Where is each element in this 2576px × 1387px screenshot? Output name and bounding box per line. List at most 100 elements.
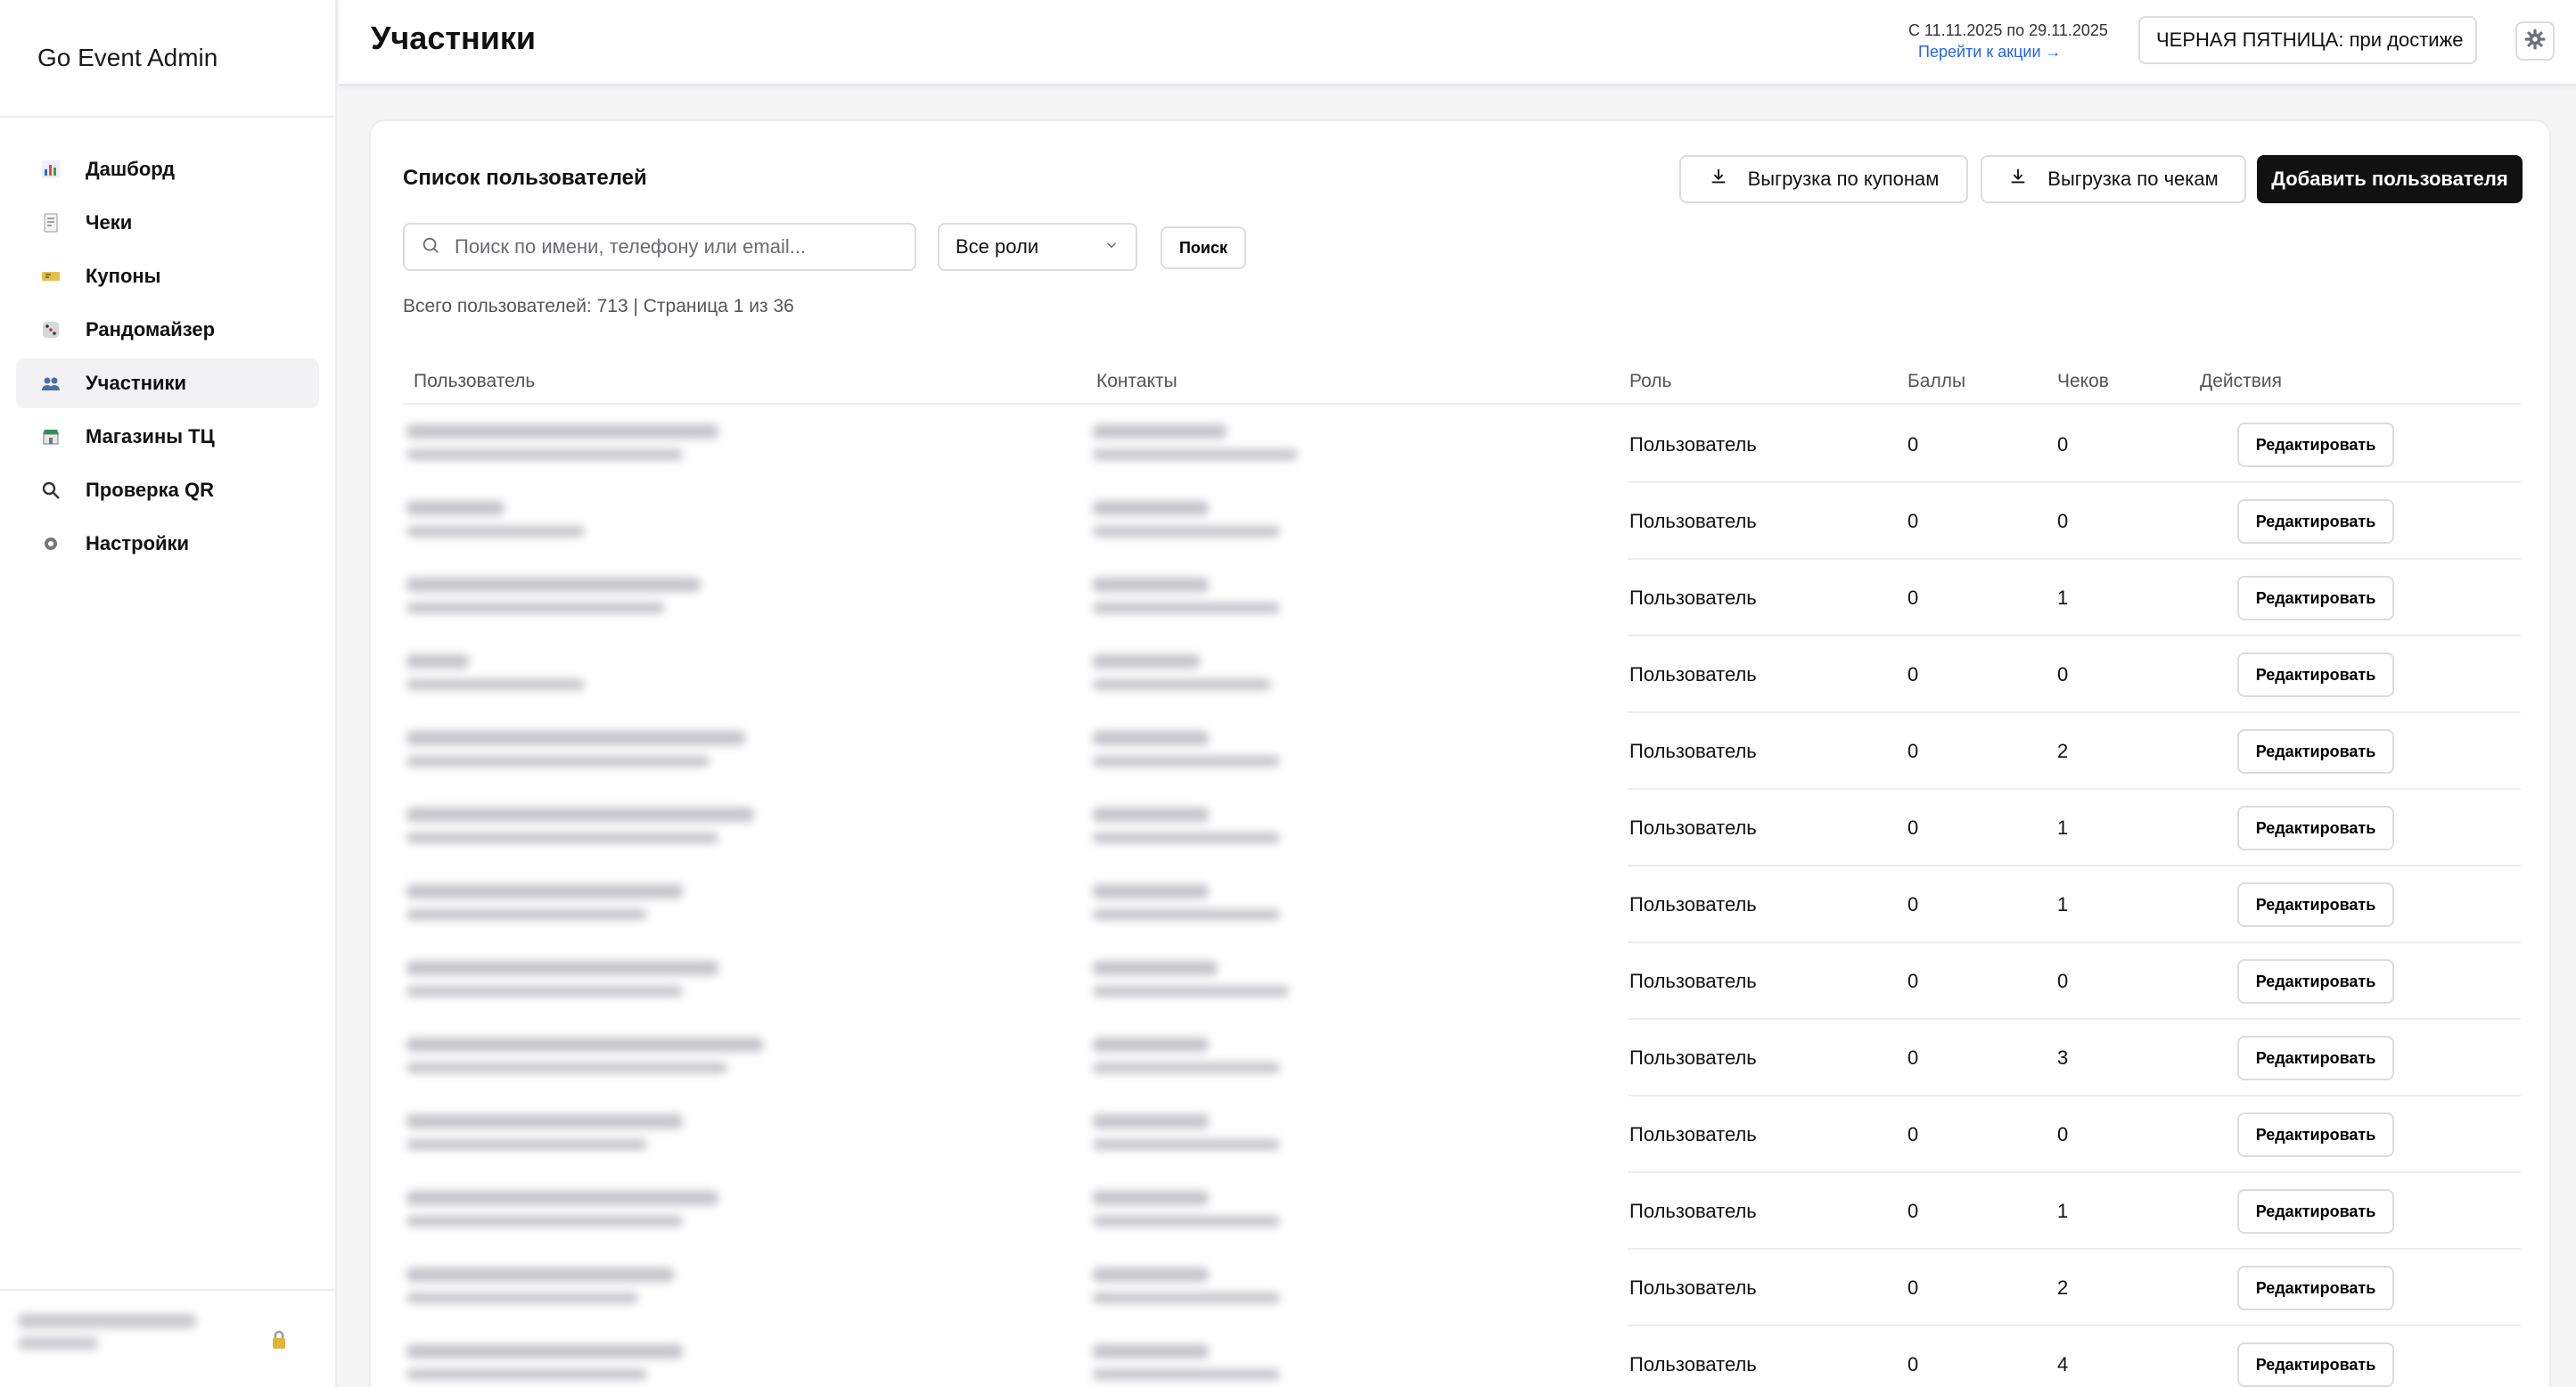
contacts-cell-blurred — [1093, 1032, 1378, 1086]
contacts-cell-blurred — [1093, 879, 1378, 932]
points-cell: 0 — [1907, 817, 1919, 839]
edit-user-button[interactable]: Редактировать — [2237, 959, 2394, 1004]
user-cell-blurred — [406, 572, 781, 626]
sidebar-item-3[interactable]: Рандомайзер — [16, 305, 319, 355]
points-cell: 0 — [1907, 1276, 1919, 1299]
edit-user-button[interactable]: Редактировать — [2237, 652, 2394, 697]
sidebar-item-6[interactable]: Проверка QR — [16, 465, 319, 515]
gear-icon — [2523, 28, 2547, 55]
role-cell: Пользователь — [1629, 1353, 1757, 1375]
theme-settings-button[interactable] — [2515, 21, 2555, 61]
sidebar-item-label: Чеки — [86, 211, 133, 234]
edit-user-button[interactable]: Редактировать — [2237, 576, 2394, 620]
sidebar-footer — [0, 1289, 337, 1387]
table-row: Пользователь 0 1 Редактировать — [403, 790, 2521, 866]
role-cell: Пользователь — [1629, 1276, 1757, 1299]
export-receipts-button[interactable]: Выгрузка по чекам — [1981, 155, 2246, 203]
user-cell-blurred — [406, 802, 781, 856]
receipts-cell: 1 — [2057, 1200, 2069, 1222]
sidebar-item-0[interactable]: Дашборд — [16, 144, 319, 194]
contacts-cell-blurred — [1093, 726, 1378, 779]
go-to-promo-link[interactable]: Перейти к акции → — [1918, 43, 2062, 62]
ticket-icon — [37, 263, 64, 290]
sidebar-item-4[interactable]: Участники — [16, 358, 319, 408]
search-icon — [421, 235, 440, 259]
user-cell-blurred — [406, 1262, 781, 1316]
current-user-blurred — [18, 1314, 250, 1366]
points-cell: 0 — [1907, 433, 1919, 455]
table-row: Пользователь 0 2 Редактировать — [403, 1250, 2521, 1326]
user-cell-blurred — [406, 1339, 781, 1387]
role-cell: Пользователь — [1629, 1200, 1757, 1222]
col-user: Пользователь — [414, 371, 536, 391]
points-cell: 0 — [1907, 893, 1919, 915]
contacts-cell-blurred — [1093, 1109, 1378, 1162]
search-button[interactable]: Поиск — [1161, 226, 1246, 269]
table-row: Пользователь 0 1 Редактировать — [403, 1173, 2521, 1250]
top-header: Участники С 11.11.2025 по 29.11.2025 Пер… — [339, 0, 2576, 86]
role-cell: Пользователь — [1629, 663, 1757, 685]
sidebar-item-1[interactable]: Чеки — [16, 198, 319, 248]
role-cell: Пользователь — [1629, 1046, 1757, 1069]
sidebar-item-label: Дашборд — [86, 158, 176, 180]
sidebar-item-7[interactable]: Настройки — [16, 519, 319, 569]
user-cell-blurred — [406, 879, 781, 932]
export-receipts-label: Выгрузка по чекам — [2047, 168, 2219, 190]
contacts-cell-blurred — [1093, 649, 1378, 702]
edit-user-button[interactable]: Редактировать — [2237, 1036, 2394, 1080]
edit-user-button[interactable]: Редактировать — [2237, 1266, 2394, 1310]
search-input[interactable] — [455, 235, 900, 259]
sidebar-item-label: Настройки — [86, 532, 190, 554]
receipts-cell: 1 — [2057, 893, 2069, 915]
points-cell: 0 — [1907, 1353, 1919, 1375]
edit-user-button[interactable]: Редактировать — [2237, 1342, 2394, 1387]
receipts-cell: 4 — [2057, 1353, 2069, 1375]
user-cell-blurred — [406, 1032, 781, 1086]
shop-icon — [37, 423, 64, 450]
promo-select[interactable]: ЧЕРНАЯ ПЯТНИЦА: при достиже — [2138, 16, 2477, 64]
points-cell: 0 — [1907, 740, 1919, 762]
lock-icon[interactable] — [271, 1330, 287, 1354]
table-row: Пользователь 0 0 Редактировать — [403, 943, 2521, 1020]
contacts-cell-blurred — [1093, 1186, 1378, 1239]
receipts-cell: 2 — [2057, 1276, 2069, 1299]
edit-user-button[interactable]: Редактировать — [2237, 499, 2394, 544]
sidebar-item-5[interactable]: Магазины ТЦ — [16, 412, 319, 462]
edit-user-button[interactable]: Редактировать — [2237, 729, 2394, 774]
table-row: Пользователь 0 0 Редактировать — [403, 483, 2521, 560]
edit-user-button[interactable]: Редактировать — [2237, 806, 2394, 850]
sidebar-item-2[interactable]: Купоны — [16, 251, 319, 301]
role-filter-select[interactable]: Все роли — [938, 223, 1137, 271]
table-row: Пользователь 0 1 Редактировать — [403, 866, 2521, 943]
role-cell: Пользователь — [1629, 740, 1757, 762]
export-coupons-button[interactable]: Выгрузка по купонам — [1679, 155, 1968, 203]
page-title: Участники — [371, 20, 536, 56]
sidebar-item-label: Магазины ТЦ — [86, 425, 215, 447]
search-field[interactable] — [403, 223, 916, 271]
edit-user-button[interactable]: Редактировать — [2237, 423, 2394, 467]
edit-user-button[interactable]: Редактировать — [2237, 1112, 2394, 1157]
bar-chart-icon — [37, 156, 64, 183]
user-cell-blurred — [406, 956, 781, 1009]
contacts-cell-blurred — [1093, 572, 1378, 626]
user-cell-blurred — [406, 419, 781, 472]
points-cell: 0 — [1907, 663, 1919, 685]
add-user-button[interactable]: Добавить пользователя — [2257, 155, 2523, 203]
receipts-cell: 1 — [2057, 587, 2069, 609]
edit-user-button[interactable]: Редактировать — [2237, 882, 2394, 927]
points-cell: 0 — [1907, 1123, 1919, 1145]
table-row: Пользователь 0 0 Редактировать — [403, 636, 2521, 713]
role-cell: Пользователь — [1629, 1123, 1757, 1145]
sidebar-item-label: Купоны — [86, 265, 161, 287]
table-row: Пользователь 0 0 Редактировать — [403, 406, 2521, 483]
edit-user-button[interactable]: Редактировать — [2237, 1189, 2394, 1234]
sidebar-item-label: Проверка QR — [86, 479, 214, 501]
user-cell-blurred — [406, 726, 781, 779]
col-role: Роль — [1629, 371, 1672, 391]
app-title: Go Event Admin — [0, 0, 335, 118]
col-points: Баллы — [1907, 371, 1966, 391]
role-cell: Пользователь — [1629, 970, 1757, 992]
table-row: Пользователь 0 3 Редактировать — [403, 1020, 2521, 1096]
role-cell: Пользователь — [1629, 510, 1757, 532]
sidebar-item-label: Рандомайзер — [86, 318, 216, 341]
